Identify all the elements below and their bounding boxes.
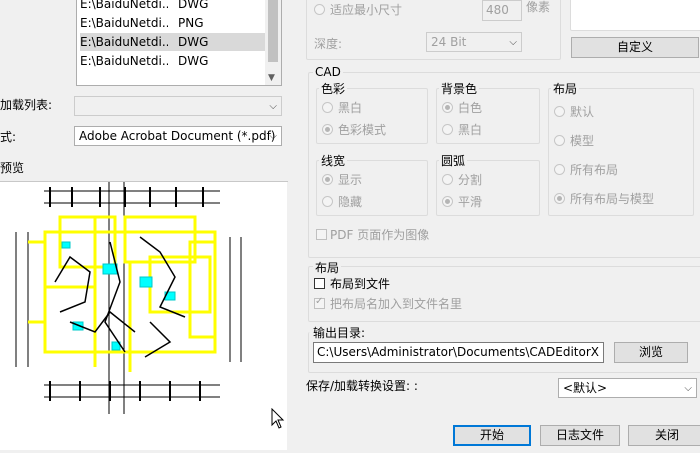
lineweight-hide-label: 隐藏 [338, 195, 363, 209]
layout-all-label: 所有布局 [570, 163, 619, 177]
layout-all-radio[interactable] [554, 164, 565, 175]
format-value: Adobe Acrobat Document (*.pdf) [79, 129, 276, 143]
save-load-settings-label: 保存/加载转换设置: : [306, 379, 418, 393]
file-type: DWG [178, 0, 209, 11]
arc-smooth-radio[interactable] [442, 196, 453, 207]
chevron-down-icon: ⌵ [684, 383, 692, 394]
background-white-radio[interactable] [442, 102, 453, 113]
close-button[interactable]: 关闭 [628, 425, 700, 446]
preview-box [570, 0, 700, 31]
load-list-label: 加载列表: [0, 98, 53, 112]
lineweight-hide-radio[interactable] [322, 196, 333, 207]
output-dir-label: 输出目录: [313, 326, 366, 340]
file-type: DWG [178, 35, 209, 49]
scroll-down-arrow-icon[interactable]: ▼ [268, 73, 275, 83]
load-list-select[interactable]: ⌵ [74, 96, 282, 116]
save-load-settings-select[interactable]: <默认> ⌵ [558, 378, 697, 398]
arc-smooth-label: 平滑 [458, 195, 483, 209]
pdf-as-image-label: PDF 页面作为图像 [330, 228, 430, 242]
mouse-cursor-icon [271, 408, 285, 429]
chevron-down-icon: ⌵ [269, 101, 277, 112]
file-name: E:\BaiduNetdi... [80, 16, 168, 30]
file-name: E:\BaiduNetdi... [80, 54, 168, 68]
lineweight-show-label: 显示 [338, 173, 363, 187]
add-layout-name-checkbox[interactable] [314, 296, 325, 309]
background-bw-label: 黑白 [458, 123, 483, 137]
layout-model-label: 模型 [570, 134, 595, 148]
file-list-row[interactable]: E:\BaiduNetdi... PNG [80, 14, 266, 32]
file-type: DWG [178, 54, 209, 68]
output-dir-input[interactable]: C:\Users\Administrator\Documents\CADEdit… [313, 342, 604, 363]
color-mode-radio[interactable] [322, 124, 333, 135]
layout-all-model-label: 所有布局与模型 [570, 192, 655, 206]
file-list[interactable]: E:\BaiduNetdi... DWG E:\BaiduNetdi... PN… [76, 0, 282, 86]
layout-to-file-label: 布局到文件 [330, 277, 391, 291]
arc-group-title: 圆弧 [439, 152, 468, 169]
arc-split-radio[interactable] [442, 174, 453, 185]
scrollbar-thumb[interactable] [268, 0, 278, 62]
preview-label: 用预览 [0, 161, 25, 175]
arc-split-label: 分割 [458, 173, 483, 187]
cad-group-title: CAD [313, 65, 343, 79]
file-list-row-selected[interactable]: E:\BaiduNetdi... DWG [80, 33, 266, 51]
format-label: 格式: [0, 130, 17, 144]
file-name: E:\BaiduNetdi... [80, 0, 168, 11]
chevron-down-icon: ⌵ [269, 131, 277, 142]
layout-default-radio[interactable] [554, 106, 565, 117]
color-bw-radio[interactable] [322, 102, 333, 113]
layout-group-title: 布局 [313, 259, 342, 276]
layout-default-label: 默认 [570, 105, 595, 119]
cad-drawing-preview [15, 182, 242, 414]
layout-to-file-checkbox[interactable] [314, 278, 325, 289]
file-type: PNG [178, 16, 204, 30]
file-list-row[interactable]: E:\BaiduNetdi... DWG [80, 0, 266, 13]
file-list-row[interactable]: E:\BaiduNetdi... DWG [80, 52, 266, 70]
layout-model-radio[interactable] [554, 135, 565, 146]
color-mode-label: 色彩模式 [338, 123, 387, 137]
save-load-settings-value: <默认> [563, 381, 608, 395]
custom-button[interactable]: 自定义 [571, 37, 699, 58]
file-name: E:\BaiduNetdi... [80, 35, 168, 49]
color-group-title: 色彩 [319, 80, 348, 97]
background-bw-radio[interactable] [442, 124, 453, 135]
layout-options-title: 布局 [551, 80, 580, 97]
layout-all-model-radio[interactable] [554, 193, 565, 204]
cad-preview [0, 182, 287, 450]
background-white-label: 白色 [458, 101, 483, 115]
add-layout-name-label: 把布局名加入到文件名里 [330, 297, 463, 311]
pdf-as-image-checkbox[interactable] [316, 229, 327, 240]
lineweight-show-radio[interactable] [322, 174, 333, 185]
size-group [306, 0, 561, 60]
lineweight-group-title: 线宽 [319, 152, 348, 169]
color-bw-label: 黑白 [338, 101, 363, 115]
file-list-scrollbar[interactable]: ▼ [265, 0, 281, 85]
format-select[interactable]: Adobe Acrobat Document (*.pdf) ⌵ [74, 126, 282, 146]
log-file-button[interactable]: 日志文件 [540, 425, 620, 446]
start-button[interactable]: 开始 [453, 425, 531, 446]
background-group-title: 背景色 [439, 80, 480, 97]
browse-button[interactable]: 浏览 [614, 342, 688, 363]
